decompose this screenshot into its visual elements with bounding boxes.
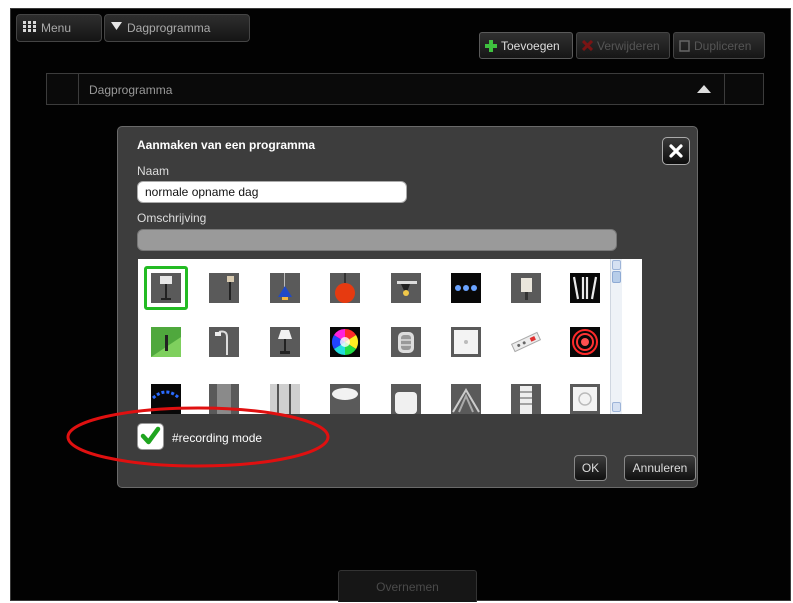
blue-pendant-lamp-icon[interactable] xyxy=(270,273,300,303)
menu-button[interactable]: Menu xyxy=(16,14,102,42)
description-input[interactable] xyxy=(137,229,617,251)
power-strip-icon[interactable] xyxy=(511,327,541,357)
close-button[interactable] xyxy=(662,137,690,165)
program-dropdown[interactable]: Dagprogramma xyxy=(104,14,250,42)
standing-lamp-icon[interactable] xyxy=(209,273,239,303)
wall-socket-icon[interactable] xyxy=(570,384,600,414)
delete-button[interactable]: Verwijderen xyxy=(576,32,670,59)
red-heater-icon[interactable] xyxy=(570,327,600,357)
copy-icon xyxy=(679,39,690,52)
description-label: Omschrijving xyxy=(137,211,207,225)
triangle-down-icon xyxy=(111,22,122,30)
scroll-thumb[interactable] xyxy=(612,271,621,283)
adopt-button[interactable]: Overnemen xyxy=(338,570,477,602)
radiator-icon[interactable] xyxy=(511,384,541,414)
spot-light-icon[interactable] xyxy=(391,273,421,303)
add-button[interactable]: Toevoegen xyxy=(479,32,573,59)
highlight-ellipse xyxy=(66,406,330,468)
sort-up-icon[interactable] xyxy=(697,85,711,93)
dropdown-label: Dagprogramma xyxy=(127,21,211,35)
menu-label: Menu xyxy=(41,21,72,35)
cup-icon[interactable] xyxy=(330,384,360,414)
name-input[interactable] xyxy=(137,181,407,203)
garden-light-icon[interactable] xyxy=(151,327,181,357)
rgb-light-icon[interactable] xyxy=(330,327,360,357)
cancel-button[interactable]: Annuleren xyxy=(624,455,696,481)
toaster-icon[interactable] xyxy=(391,384,421,414)
duplicate-button[interactable]: Dupliceren xyxy=(673,32,765,59)
scroll-up-arrow[interactable] xyxy=(612,260,621,270)
table-lamp-icon[interactable] xyxy=(270,327,300,357)
delete-label: Verwijderen xyxy=(597,38,660,53)
grid-icon xyxy=(23,21,36,32)
led-strip-icon[interactable] xyxy=(451,273,481,303)
close-icon xyxy=(669,144,683,158)
wall-lamp-icon[interactable] xyxy=(511,273,541,303)
icon-picker[interactable] xyxy=(138,259,642,414)
plus-icon xyxy=(485,39,497,52)
orange-pendant-lamp-icon[interactable] xyxy=(330,273,360,303)
wall-switch-icon[interactable] xyxy=(451,327,481,357)
arc-lamp-icon[interactable] xyxy=(209,327,239,357)
list-header-title: Dagprogramma xyxy=(89,83,173,97)
ok-button[interactable]: OK xyxy=(574,455,607,481)
x-icon xyxy=(582,40,593,51)
dialog-title: Aanmaken van een programma xyxy=(137,138,316,152)
icon-picker-scrollbar[interactable] xyxy=(610,259,622,414)
program-list-header[interactable]: Dagprogramma xyxy=(46,73,764,105)
ceiling-panel-icon[interactable] xyxy=(570,273,600,303)
duplicate-label: Dupliceren xyxy=(694,38,752,53)
scroll-down-arrow[interactable] xyxy=(612,402,621,412)
floor-lamp-icon[interactable] xyxy=(151,273,181,303)
fan-icon[interactable] xyxy=(451,384,481,414)
name-label: Naam xyxy=(137,164,170,178)
add-label: Toevoegen xyxy=(501,38,560,53)
bulkhead-light-icon[interactable] xyxy=(391,327,421,357)
